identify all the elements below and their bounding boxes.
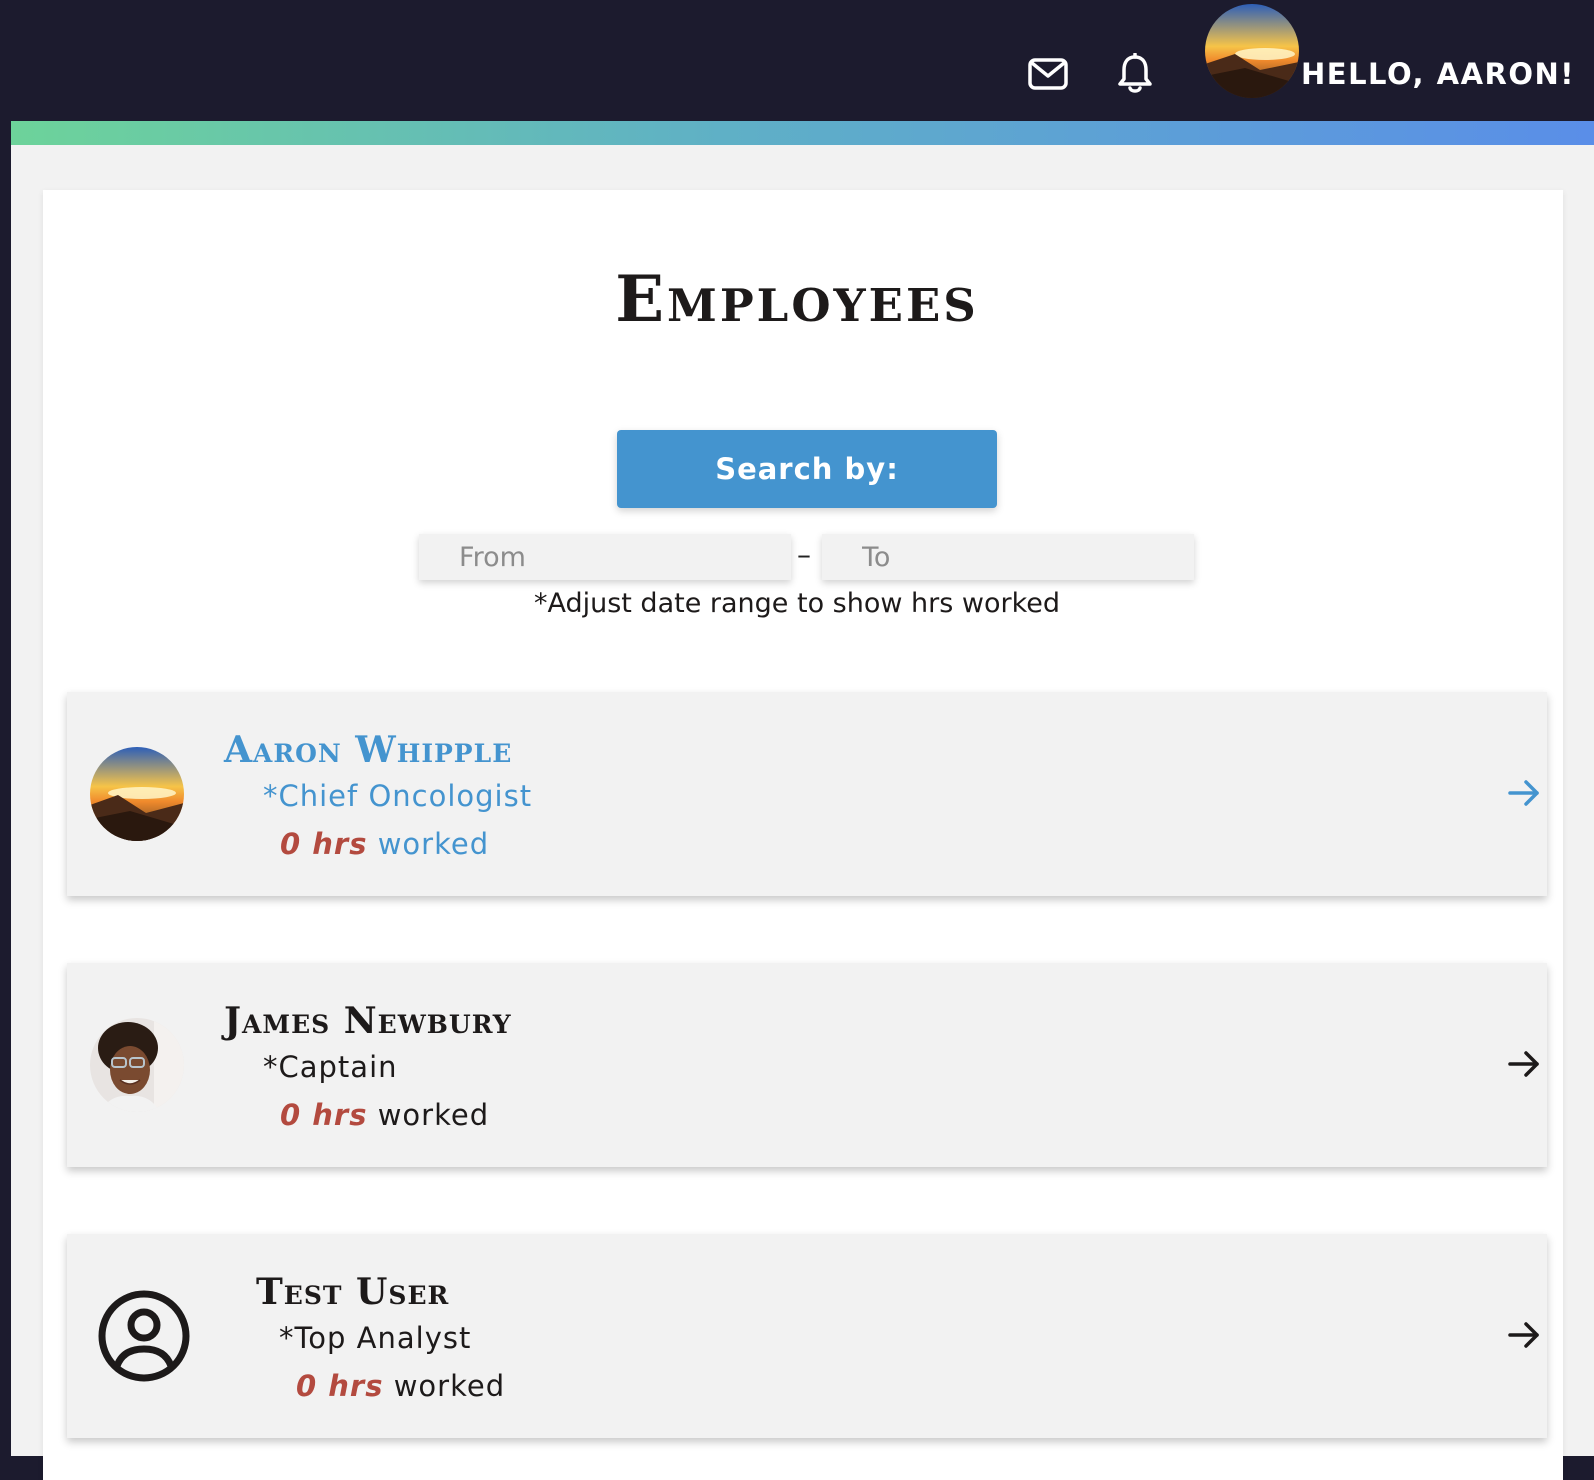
employee-card-aaron-whipple[interactable]: Aaron Whipple *Chief Oncologist 0 hrs wo… — [67, 692, 1547, 896]
search-by-button[interactable]: Search by: — [617, 430, 997, 508]
date-from-input[interactable] — [419, 534, 791, 580]
employee-hours: 0 hrs worked — [280, 1095, 489, 1135]
employee-card-test-user[interactable]: Test User *Top Analyst 0 hrs worked — [67, 1234, 1547, 1438]
employee-name: Test User — [256, 1271, 450, 1313]
date-to-input[interactable] — [822, 534, 1194, 580]
bell-icon[interactable] — [1113, 52, 1157, 96]
arrow-right-icon[interactable] — [1507, 1049, 1541, 1079]
hours-suffix: worked — [393, 1369, 506, 1403]
date-range-hint: *Adjust date range to show hrs worked — [533, 588, 1061, 619]
hours-value: 0 hrs — [280, 1098, 368, 1132]
employee-role: *Chief Oncologist — [263, 779, 533, 813]
arrow-right-icon[interactable] — [1507, 778, 1541, 808]
hours-suffix: worked — [377, 827, 490, 861]
employee-role: *Top Analyst — [279, 1321, 472, 1355]
employee-name: Aaron Whipple — [224, 729, 513, 771]
employee-hours: 0 hrs worked — [280, 824, 489, 864]
hours-suffix: worked — [377, 1098, 490, 1132]
mail-icon[interactable] — [1026, 52, 1070, 96]
employee-card-james-newbury[interactable]: James Newbury *Captain 0 hrs worked — [67, 963, 1547, 1167]
user-circle-icon — [97, 1289, 191, 1383]
greeting-text: HELLO, AARON! — [1301, 57, 1576, 91]
employee-role: *Captain — [263, 1050, 398, 1084]
page-title: Employees — [615, 262, 979, 337]
top-navbar: HELLO, AARON! — [11, 0, 1594, 121]
employee-avatar — [90, 747, 184, 841]
employee-hours: 0 hrs worked — [296, 1366, 505, 1406]
accent-gradient-bar — [11, 121, 1594, 145]
employee-name: James Newbury — [224, 1000, 512, 1042]
user-avatar[interactable] — [1205, 4, 1299, 98]
employee-avatar — [90, 1018, 184, 1112]
arrow-right-icon[interactable] — [1507, 1320, 1541, 1350]
hours-value: 0 hrs — [296, 1369, 384, 1403]
hours-value: 0 hrs — [280, 827, 368, 861]
date-separator: – — [797, 538, 811, 571]
